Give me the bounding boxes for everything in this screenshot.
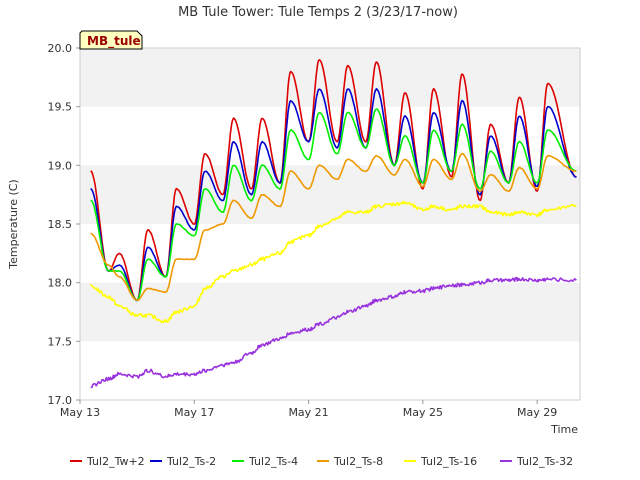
legend-item: Tul2_Ts-16 — [404, 455, 477, 468]
legend-item: Tul2_Ts-8 — [317, 455, 383, 468]
grid-band — [80, 282, 580, 342]
x-tick-label: May 13 — [60, 406, 100, 419]
x-tick-label: May 21 — [288, 406, 328, 419]
legend-label: Tul2_Ts-4 — [248, 455, 298, 468]
y-tick-label: 18.0 — [48, 277, 73, 290]
y-tick-label: 20.0 — [48, 42, 73, 55]
grid-band — [80, 48, 580, 107]
legend-label: Tul2_Ts-8 — [333, 455, 383, 468]
y-tick-label: 18.5 — [48, 218, 73, 231]
y-tick-label: 19.5 — [48, 101, 73, 114]
legend-label: Tul2_Ts-16 — [420, 455, 477, 468]
y-axis: 17.017.518.018.519.019.520.0 — [48, 42, 80, 407]
badge-label: MB_tule — [87, 34, 141, 49]
x-tick-label: May 17 — [174, 406, 214, 419]
x-axis: May 13 May 17 May 21 May 25 May 29 — [60, 400, 557, 419]
legend-item: Tul2_Ts-2 — [150, 455, 216, 468]
mb-tule-badge: MB_tule — [79, 30, 143, 50]
x-axis-label: Time — [550, 423, 578, 436]
legend: Tul2_Tw+2 Tul2_Ts-2 Tul2_Ts-4 Tul2_Ts-8 Tul2… — [70, 455, 573, 468]
legend-label: Tul2_Tw+2 — [86, 455, 145, 468]
legend-item: Tul2_Tw+2 — [70, 455, 145, 468]
x-tick-label: May 29 — [517, 406, 557, 419]
plot-background — [80, 48, 580, 400]
chart-canvas: MB Tule Tower: Tule Temps 2 (3/23/17-now… — [7, 5, 581, 468]
y-tick-label: 17.5 — [48, 335, 73, 348]
x-tick-label: May 25 — [403, 406, 443, 419]
legend-label: Tul2_Ts-32 — [516, 455, 573, 468]
legend-label: Tul2_Ts-2 — [166, 455, 216, 468]
chart-title: MB Tule Tower: Tule Temps 2 (3/23/17-now… — [178, 5, 458, 20]
legend-item: Tul2_Ts-4 — [232, 455, 298, 468]
legend-item: Tul2_Ts-32 — [500, 455, 573, 468]
y-tick-label: 19.0 — [48, 159, 73, 172]
y-axis-label: Temperature (C) — [7, 179, 20, 269]
